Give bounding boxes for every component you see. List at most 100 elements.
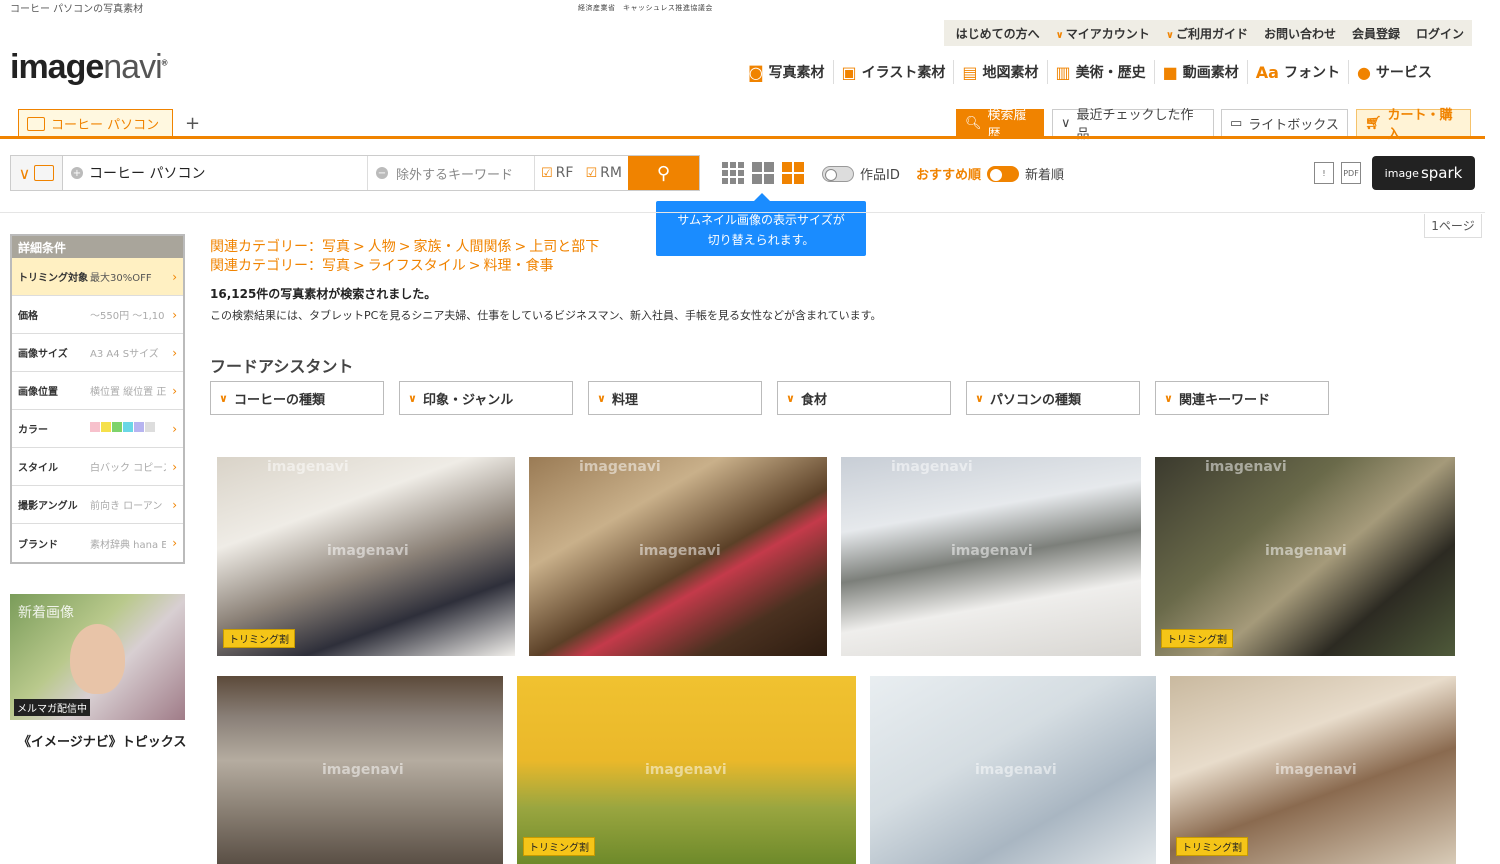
filter-angle[interactable]: 撮影アングル 前向き ローアン ›	[12, 486, 183, 524]
cart-button[interactable]: 🛒︎ カート・購入	[1356, 108, 1471, 142]
exclude-keyword-input[interactable]: − 除外するキーワード	[368, 156, 535, 190]
trim-discount-badge: トリミング割	[1161, 629, 1233, 648]
rm-checkbox[interactable]: ☑ RM	[579, 156, 627, 190]
util-link-guide[interactable]: ご利用ガイド	[1166, 25, 1248, 42]
divider	[0, 212, 1485, 213]
filter-color[interactable]: カラー ›	[12, 410, 183, 448]
filter-trimming[interactable]: トリミング対象 最大30%OFF ›	[12, 258, 183, 296]
result-thumbnail[interactable]: imagenavi トリミング割	[1170, 676, 1456, 864]
util-link-my-account[interactable]: マイアカウント	[1056, 25, 1150, 42]
result-thumbnail[interactable]: imagenavi imagenavi トリミング割	[217, 457, 515, 656]
food-filter-dish[interactable]: ∨ 料理	[588, 381, 762, 415]
watermark: imagenavi	[975, 762, 1057, 778]
picture-icon	[27, 116, 45, 131]
rf-checkbox[interactable]: ☑ RF	[535, 156, 579, 190]
related-link[interactable]: 上司と部下	[529, 239, 599, 255]
cashless-caption: 経済産業省 キャッシュレス推進協議会	[578, 4, 713, 12]
related-link[interactable]: 人物	[368, 239, 396, 255]
media-type-select[interactable]: ∨	[11, 156, 63, 190]
filter-value: A3 A4 Sサイズ	[90, 349, 159, 360]
color-swatches	[90, 422, 166, 435]
nav-map[interactable]: ▤ 地図素材	[954, 60, 1048, 84]
filter-sidebar: 詳細条件 トリミング対象 最大30%OFF › 価格 ～550円 ～1,10 › 画像サ…	[10, 234, 185, 564]
food-filter-coffee-type[interactable]: ∨ コーヒーの種類	[210, 381, 384, 415]
nav-photo[interactable]: ◙ 写真素材	[740, 60, 834, 84]
logo[interactable]: imagenavi®	[10, 48, 168, 87]
spark-small: image	[1384, 166, 1419, 180]
view-small-button[interactable]	[722, 162, 744, 184]
filter-orientation[interactable]: 画像位置 横位置 縦位置 正 ›	[12, 372, 183, 410]
util-link-register[interactable]: 会員登録	[1352, 25, 1400, 42]
watermark: imagenavi	[322, 762, 404, 778]
trim-discount-badge: トリミング割	[223, 629, 295, 648]
result-thumbnail[interactable]: imagenavi トリミング割	[517, 676, 856, 864]
sort-toggle[interactable]: おすすめ順 新着順	[916, 164, 1064, 183]
keyword-input[interactable]: + コーヒー パソコン	[63, 156, 368, 190]
food-filter-label: コーヒーの種類	[233, 392, 325, 408]
util-link-login[interactable]: ログイン	[1416, 25, 1464, 42]
toggle-switch	[987, 165, 1020, 182]
nav-illust-label: イラスト素材	[861, 65, 946, 81]
filter-brand[interactable]: ブランド 素材辞典 hana E ›	[12, 524, 183, 562]
related-link[interactable]: 料理・食事	[483, 258, 553, 274]
new-images-banner[interactable]: 新着画像 メルマガ配信中	[10, 594, 185, 720]
work-id-toggle[interactable]: 作品ID	[822, 164, 900, 183]
topics-link[interactable]: 《イメージナビ》トピックス	[18, 731, 186, 750]
filter-key: 画像サイズ	[18, 349, 68, 360]
food-filter-genre[interactable]: ∨ 印象・ジャンル	[399, 381, 573, 415]
art-icon: ▥	[1055, 62, 1071, 82]
result-thumbnail[interactable]: imagenavi imagenavi	[529, 457, 827, 656]
video-icon: ■	[1162, 62, 1178, 82]
lightbox-label: ライトボックス	[1248, 117, 1339, 133]
imagespark-button[interactable]: image spark	[1372, 156, 1475, 190]
thumbnail-size-switch	[722, 162, 804, 184]
tab-search-label: コーヒー パソコン	[51, 118, 160, 133]
tab-search-coffee-pc[interactable]: コーヒー パソコン	[18, 109, 173, 137]
filter-key: 画像位置	[18, 387, 58, 398]
util-link-contact[interactable]: お問い合わせ	[1264, 25, 1336, 42]
search-history-button[interactable]: 🔍︎ 検索履歴	[956, 108, 1044, 142]
main-nav: ◙ 写真素材 ▣ イラスト素材 ▤ 地図素材 ▥ 美術・歴史 ■ 動画素材 Aa フォント …	[740, 60, 1440, 84]
view-medium-button[interactable]	[752, 162, 774, 184]
result-thumbnail[interactable]: imagenavi	[870, 676, 1156, 864]
result-thumbnail[interactable]: imagenavi imagenavi	[841, 457, 1141, 656]
nav-video[interactable]: ■ 動画素材	[1155, 60, 1248, 84]
result-thumbnail[interactable]: imagenavi imagenavi トリミング割	[1155, 457, 1455, 656]
food-filter-keywords[interactable]: ∨ 関連キーワード	[1155, 381, 1329, 415]
recent-items-button[interactable]: ∨ 最近チェックした作品	[1052, 108, 1214, 142]
search-button[interactable]: ⚲	[627, 156, 699, 190]
result-description: この検索結果には、タブレットPCを見るシニア夫婦、仕事をしているビジネスマン、新…	[210, 309, 882, 322]
lightbox-button[interactable]: ▭ ライトボックス	[1221, 109, 1348, 137]
filter-price[interactable]: 価格 ～550円 ～1,10 ›	[12, 296, 183, 334]
filter-key: カラー	[18, 425, 48, 436]
alert-icon[interactable]: !	[1314, 162, 1334, 184]
view-large-button[interactable]	[782, 162, 804, 184]
filter-value: 前向き ローアン	[90, 501, 163, 512]
chevron-right-icon: ›	[172, 536, 177, 550]
logo-light: navi	[103, 48, 162, 86]
filter-value: ～550円 ～1,10	[90, 311, 165, 322]
pdf-icon[interactable]: PDF	[1341, 162, 1361, 184]
rm-label: RM	[600, 165, 622, 181]
filter-style[interactable]: スタイル 白バック コピース ›	[12, 448, 183, 486]
nav-illust[interactable]: ▣ イラスト素材	[834, 60, 955, 84]
nav-art[interactable]: ▥ 美術・歴史	[1048, 60, 1155, 84]
related-link[interactable]: ライフスタイル	[368, 258, 466, 274]
filter-image-size[interactable]: 画像サイズ A3 A4 Sサイズ ›	[12, 334, 183, 372]
food-filter-ingredient[interactable]: ∨ 食材	[777, 381, 951, 415]
related-link[interactable]: 関連カテゴリー：写真	[210, 239, 350, 255]
food-filter-pc-type[interactable]: ∨ パソコンの種類	[966, 381, 1140, 415]
nav-service[interactable]: ● サービス	[1349, 60, 1440, 84]
util-link-first-time[interactable]: はじめての方へ	[956, 25, 1040, 42]
work-id-label: 作品ID	[860, 168, 900, 183]
nav-photo-label: 写真素材	[768, 65, 825, 81]
related-link[interactable]: 家族・人間関係	[413, 239, 511, 255]
sort-recommended-label: おすすめ順	[916, 168, 982, 183]
add-tab-button[interactable]: +	[185, 113, 200, 134]
related-link[interactable]: 関連カテゴリー：写真	[210, 258, 350, 274]
chevron-right-icon: ›	[172, 307, 177, 322]
nav-font[interactable]: Aa フォント	[1248, 60, 1349, 84]
tooltip-line1: サムネイル画像の表示サイズが	[677, 213, 845, 227]
color-swatch	[123, 422, 133, 432]
result-thumbnail[interactable]: imagenavi	[217, 676, 503, 864]
